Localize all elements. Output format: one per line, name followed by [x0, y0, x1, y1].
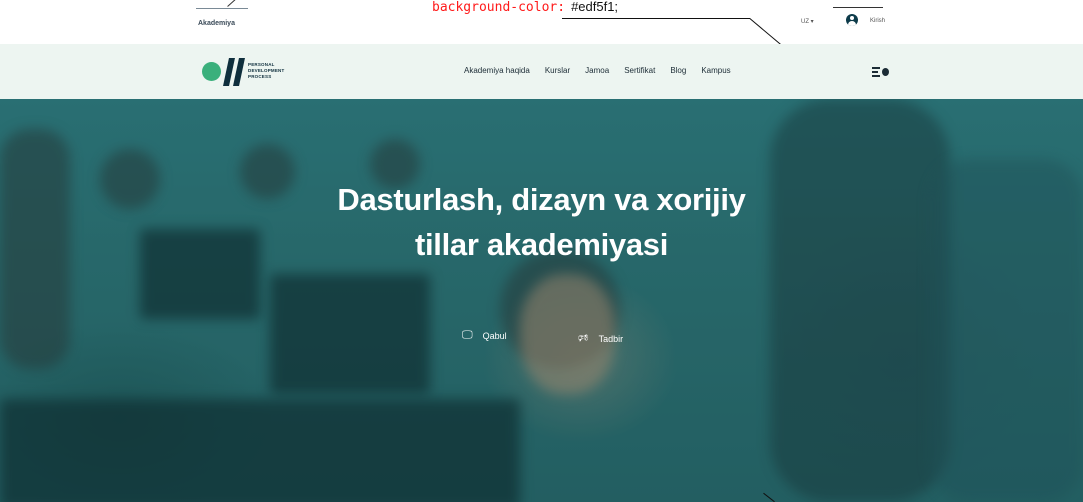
nav-item-blog[interactable]: Blog: [670, 66, 686, 75]
logo-text: PERSONAL DEVELOPMENT PROCESS: [248, 62, 284, 80]
logo-slash-icon: [233, 58, 245, 86]
css-value: #edf5f1;: [571, 0, 619, 14]
tadbir-label: Tadbir: [598, 333, 624, 344]
hero-title-line: Dasturlash, dizayn va xorijiy: [337, 182, 746, 217]
tadbir-button[interactable]: 🕫 Tadbir: [578, 329, 623, 348]
main-nav: Akademiya haqida Kurslar Jamoa Sertifika…: [464, 66, 746, 75]
hero-overlay: [0, 99, 1083, 502]
laptop-icon: 🖵: [462, 329, 473, 341]
nav-item-akademiya-haqida[interactable]: Akademiya haqida: [464, 66, 530, 75]
nav-item-kurslar[interactable]: Kurslar: [545, 66, 570, 75]
annotation-pointer-line: [227, 0, 237, 7]
language-selector[interactable]: UZ ▾: [801, 18, 814, 25]
user-icon[interactable]: [846, 14, 858, 26]
css-annotation: background-color: #edf5f1;: [432, 0, 618, 14]
hero-title-line: tillar akademiyasi: [414, 227, 669, 262]
menu-icon[interactable]: [872, 67, 890, 77]
annotation-divider: [833, 7, 883, 8]
css-annotation-underline: [562, 18, 750, 19]
nav-item-sertifikat[interactable]: Sertifikat: [624, 66, 655, 75]
logo-circle-icon: [202, 62, 221, 81]
megaphone-icon: 🕫: [578, 332, 589, 344]
qabul-button[interactable]: 🖵 Qabul: [462, 329, 507, 342]
hero-title: Dasturlash, dizayn va xorijiy tillar aka…: [0, 177, 1083, 267]
annotation-strip: Akademiya background-color: #edf5f1; UZ ▾…: [0, 0, 1083, 49]
nav-item-kampus[interactable]: Kampus: [701, 66, 730, 75]
qabul-label: Qabul: [482, 330, 507, 341]
site-header: PERSONAL DEVELOPMENT PROCESS Akademiya h…: [0, 44, 1083, 99]
logo[interactable]: PERSONAL DEVELOPMENT PROCESS: [202, 58, 312, 86]
css-property: background-color:: [432, 0, 566, 15]
login-link[interactable]: Kirish: [870, 18, 885, 24]
hero-section: Dasturlash, dizayn va xorijiy tillar aka…: [0, 99, 1083, 502]
annotation-section-label: Akademiya: [198, 20, 235, 27]
logo-text-line: PROCESS: [248, 74, 272, 79]
nav-item-jamoa[interactable]: Jamoa: [585, 66, 609, 75]
annotation-underline: [196, 8, 248, 9]
